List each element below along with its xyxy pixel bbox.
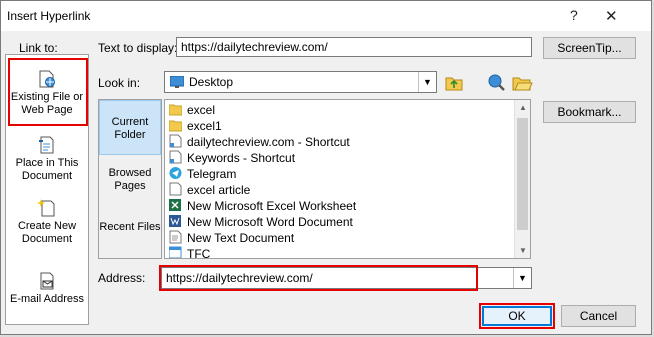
view-selector: Current Folder Browsed Pages Recent File… xyxy=(98,99,162,259)
new-document-icon xyxy=(37,199,55,217)
link-to-label: Link to: xyxy=(19,41,58,55)
up-folder-icon xyxy=(445,77,463,91)
browsed-pages-button[interactable]: Browsed Pages xyxy=(99,167,161,201)
list-item[interactable]: TFC xyxy=(169,246,210,258)
list-item[interactable]: Telegram xyxy=(169,166,236,182)
link-new-document-label: Create New Document xyxy=(17,220,77,245)
email-icon xyxy=(40,272,54,290)
link-place-in-document-label: Place in This Document xyxy=(15,157,79,182)
link-email-address-label: E-mail Address xyxy=(10,293,84,305)
scroll-thumb[interactable] xyxy=(517,118,528,230)
up-one-folder-button[interactable] xyxy=(443,71,465,93)
look-in-value: Desktop xyxy=(189,75,234,89)
help-button[interactable]: ? xyxy=(570,7,578,23)
place-in-document-icon xyxy=(39,136,54,154)
close-button[interactable]: ✕ xyxy=(605,7,618,25)
list-item[interactable]: dailytechreview.com - Shortcut xyxy=(169,134,350,150)
browse-file-button[interactable] xyxy=(511,71,533,93)
excel-icon xyxy=(169,199,181,211)
word-icon xyxy=(169,215,181,227)
list-item[interactable]: Keywords - Shortcut xyxy=(169,150,295,166)
list-item[interactable]: New Microsoft Excel Worksheet xyxy=(169,198,356,214)
selection-highlight xyxy=(8,58,88,126)
open-folder-icon xyxy=(512,77,533,91)
look-in-select[interactable]: Desktop ▼ xyxy=(164,71,437,93)
screentip-button[interactable]: ScreenTip... xyxy=(543,37,636,59)
cancel-button[interactable]: Cancel xyxy=(561,305,636,327)
file-list[interactable]: excel excel1 dailytechreview.com - Short… xyxy=(164,99,531,259)
address-label: Address: xyxy=(98,271,146,285)
folder-icon xyxy=(169,120,182,132)
link-place-in-document[interactable]: Place in This Document xyxy=(6,135,88,183)
text-to-display-field[interactable]: https://dailytechreview.com/ xyxy=(176,37,532,57)
recent-files-button[interactable]: Recent Files xyxy=(99,221,161,255)
document-icon xyxy=(169,182,182,196)
ok-highlight xyxy=(479,303,555,329)
shortcut-icon xyxy=(169,150,182,164)
list-item[interactable]: excel article xyxy=(169,182,250,198)
list-item[interactable]: New Text Document xyxy=(169,230,294,246)
link-email-address[interactable]: E-mail Address xyxy=(6,271,88,306)
file-list-scrollbar[interactable]: ▲ ▼ xyxy=(514,100,530,258)
insert-hyperlink-dialog: Insert Hyperlink ? ✕ Link to: Existing F… xyxy=(0,0,652,335)
list-item[interactable]: excel1 xyxy=(169,118,222,134)
bookmark-button[interactable]: Bookmark... xyxy=(543,101,636,123)
look-in-label: Look in: xyxy=(98,76,141,90)
scroll-up-icon[interactable]: ▲ xyxy=(515,103,530,112)
shortcut-icon xyxy=(169,134,182,148)
list-item[interactable]: excel xyxy=(169,102,215,118)
folder-icon xyxy=(169,104,182,116)
link-new-document[interactable]: Create New Document xyxy=(6,198,88,246)
telegram-icon xyxy=(169,167,182,179)
desktop-icon xyxy=(170,76,184,88)
browse-web-icon xyxy=(488,74,505,91)
dialog-title: Insert Hyperlink xyxy=(7,9,91,23)
text-file-icon xyxy=(169,230,182,244)
scroll-down-icon[interactable]: ▼ xyxy=(515,246,530,255)
address-highlight xyxy=(159,265,478,291)
address-dropdown-icon[interactable]: ▼ xyxy=(513,268,531,288)
current-folder-button[interactable]: Current Folder xyxy=(99,100,161,155)
text-to-display-label: Text to display: xyxy=(98,41,178,55)
title-bar: Insert Hyperlink ? ✕ xyxy=(1,1,651,31)
look-in-dropdown-icon[interactable]: ▼ xyxy=(418,72,436,92)
list-item[interactable]: New Microsoft Word Document xyxy=(169,214,353,230)
browse-web-button[interactable] xyxy=(485,71,507,93)
app-icon xyxy=(169,246,182,258)
